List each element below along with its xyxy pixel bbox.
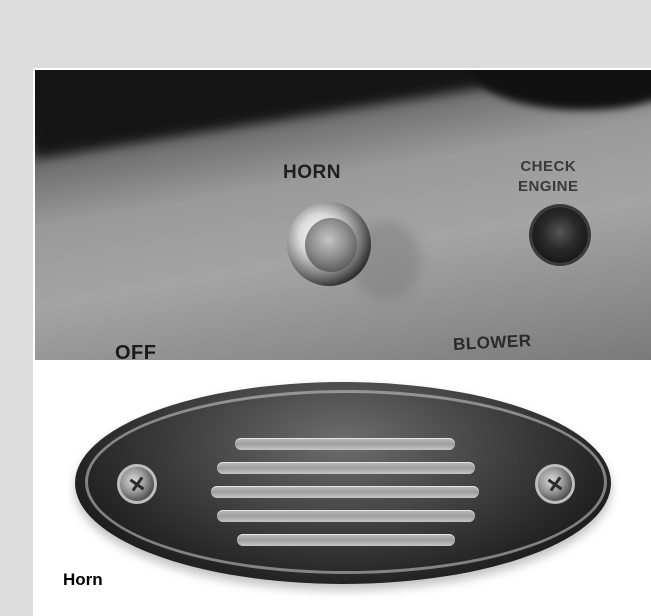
left-screw-icon xyxy=(117,464,157,504)
horn-button xyxy=(287,202,421,300)
horn-button-cap xyxy=(305,218,357,272)
check-engine-line1: CHECK xyxy=(520,158,577,175)
off-label: OFF xyxy=(115,342,157,360)
grille-slot xyxy=(237,534,455,546)
grille-slot xyxy=(235,438,455,450)
dashboard-photo: HORN CHECK ENGINE OFF BLOWER xyxy=(35,70,651,360)
grille-slot xyxy=(211,486,479,498)
horn-grille xyxy=(75,382,611,584)
horn-grille-photo: Horn xyxy=(35,360,651,616)
figure-caption: Horn xyxy=(63,570,103,589)
horn-rim-highlight xyxy=(85,390,607,574)
photo-card: HORN CHECK ENGINE OFF BLOWER Horn xyxy=(33,68,651,616)
blower-label: BLOWER xyxy=(452,330,532,355)
horn-label: HORN xyxy=(283,162,341,183)
grille-slot xyxy=(217,462,475,474)
dashboard-shadow-corner xyxy=(473,70,651,110)
right-screw-icon xyxy=(535,464,575,504)
grille-slot xyxy=(217,510,475,522)
check-engine-light xyxy=(532,207,588,263)
check-engine-line2: ENGINE xyxy=(518,178,579,195)
page-background: HORN CHECK ENGINE OFF BLOWER Horn xyxy=(0,0,651,616)
check-engine-label: CHECK ENGINE xyxy=(518,157,579,197)
